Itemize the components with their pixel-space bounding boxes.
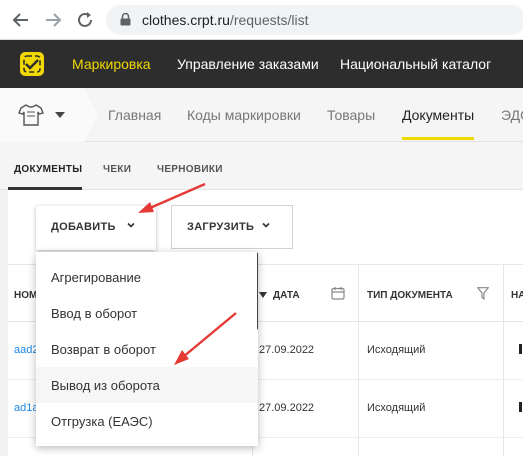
lock-icon (120, 13, 131, 26)
calendar-icon[interactable] (331, 286, 345, 300)
topnav-item-orders[interactable]: Управление заказами (177, 56, 319, 72)
chevron-down-icon (262, 222, 270, 228)
menu-item-aggregation[interactable]: Агрегирование (36, 259, 258, 295)
subnav-item-edo[interactable]: ЭДО (501, 107, 523, 123)
subnav-item-documents[interactable]: Документы (402, 107, 474, 123)
document-tabs: ДОКУМЕНТЫ ЧЕКИ ЧЕРНОВИКИ (0, 142, 523, 190)
chevron-down-icon (55, 112, 65, 118)
column-header-number[interactable]: НОМ (14, 290, 37, 301)
section-navigation: Главная Коды маркировки Товары Документы… (0, 88, 523, 142)
browser-toolbar: clothes.crpt.ru/requests/list (0, 0, 523, 40)
upload-button[interactable]: ЗАГРУЗИТЬ (171, 205, 293, 249)
active-tab-indicator (402, 137, 474, 140)
shirt-icon (18, 104, 44, 126)
doc-type: Исходящий (367, 402, 426, 414)
doc-date: 27.09.2022 (259, 344, 315, 356)
doc-number-link[interactable]: ad1a (14, 402, 38, 414)
doc-type: Исходящий (367, 344, 426, 356)
menu-item-shipment-eaeu[interactable]: Отгрузка (ЕАЭС) (36, 403, 258, 439)
reload-icon[interactable] (74, 9, 96, 31)
doc-number-link[interactable]: aad2 (14, 344, 38, 356)
column-header-extra[interactable]: НА (511, 290, 523, 301)
product-group-selector[interactable] (0, 88, 98, 142)
tab-drafts[interactable]: ЧЕРНОВИКИ (157, 164, 223, 175)
subnav-item-codes[interactable]: Коды маркировки (187, 107, 301, 123)
add-button[interactable]: ДОБАВИТЬ (36, 206, 156, 250)
doc-date: 27.09.2022 (259, 402, 315, 414)
sort-down-icon[interactable] (259, 292, 267, 298)
subnav-item-home[interactable]: Главная (108, 107, 161, 123)
dropdown-scrollbar[interactable] (257, 252, 258, 330)
topnav-item-marking[interactable]: Маркировка (72, 56, 151, 72)
topnav-item-catalog[interactable]: Национальный каталог (340, 56, 491, 72)
chevron-down-icon (127, 222, 135, 228)
tab-receipts[interactable]: ЧЕКИ (103, 164, 131, 175)
column-header-doc-type[interactable]: ТИП ДОКУМЕНТА (367, 290, 453, 301)
top-navigation: Маркировка Управление заказами Националь… (0, 40, 523, 88)
add-dropdown-menu: Агрегирование Ввод в оборот Возврат в об… (36, 252, 258, 446)
address-bar[interactable]: clothes.crpt.ru/requests/list (106, 5, 523, 35)
menu-item-introduce-to-circulation[interactable]: Ввод в оборот (36, 295, 258, 331)
forward-arrow-icon[interactable] (42, 9, 64, 31)
row-status-mark (519, 344, 522, 354)
tab-documents[interactable]: ДОКУМЕНТЫ (14, 164, 82, 175)
menu-item-return-to-circulation[interactable]: Возврат в оборот (36, 331, 258, 367)
logo-icon[interactable] (20, 52, 44, 76)
url-text: clothes.crpt.ru/requests/list (142, 12, 309, 28)
filter-icon[interactable] (477, 287, 489, 300)
column-header-date[interactable]: ДАТА (273, 290, 300, 301)
row-status-mark (519, 402, 522, 412)
menu-item-withdraw-from-circulation[interactable]: Вывод из оборота (36, 367, 258, 403)
back-arrow-icon[interactable] (10, 9, 32, 31)
subnav-item-goods[interactable]: Товары (327, 107, 375, 123)
